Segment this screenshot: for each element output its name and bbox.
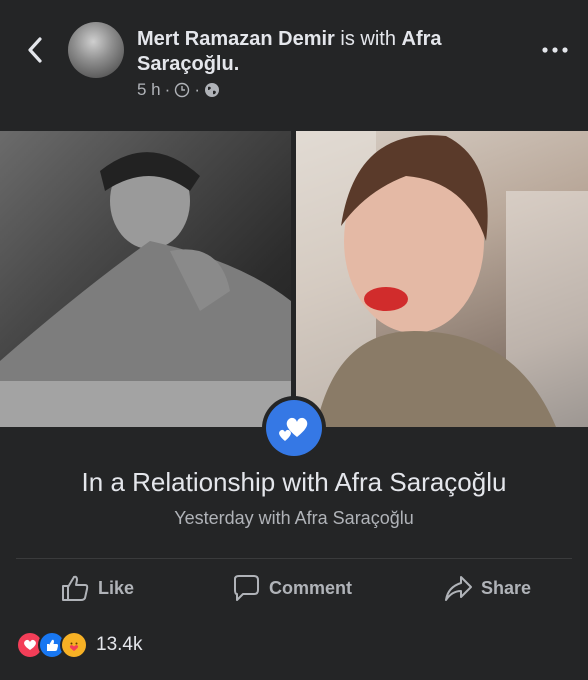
chevron-left-icon [28, 37, 42, 63]
share-label: Share [481, 577, 532, 598]
relationship-badge-inner [266, 400, 322, 456]
reaction-count: 13.4k [96, 634, 143, 655]
like-button[interactable]: Like [60, 566, 134, 610]
relationship-photos [0, 131, 588, 427]
globe-icon [204, 83, 219, 97]
meta-dot: · [164, 80, 171, 99]
care-reaction-icon [60, 631, 88, 659]
meta-dot-2: · [194, 80, 200, 99]
relationship-badge [262, 396, 326, 460]
relationship-subtitle: Yesterday with Afra Saraçoğlu [174, 508, 414, 528]
more-icon [542, 47, 568, 53]
clock-icon [175, 82, 190, 98]
person-silhouette-right [296, 131, 588, 427]
thumbs-up-icon [62, 575, 89, 601]
post-meta: 5 h · · [137, 80, 220, 100]
photo-left[interactable] [0, 131, 291, 427]
author-name[interactable]: Mert Ramazan Demir [137, 28, 335, 50]
relationship-title: In a Relationship with Afra Saraçoğlu [81, 467, 507, 497]
more-options-button[interactable] [538, 40, 572, 60]
action-bar: Like Comment Share [0, 566, 588, 610]
comment-icon [234, 575, 259, 601]
share-icon [445, 576, 472, 601]
reactions-summary[interactable]: 13.4k [16, 630, 142, 660]
with-text: is with [340, 28, 396, 50]
post-title: Mert Ramazan Demir is with Afra Saraçoğl… [137, 27, 517, 77]
comment-button[interactable]: Comment [231, 566, 352, 610]
like-label: Like [98, 577, 135, 598]
back-button[interactable] [20, 32, 50, 68]
post-header: Mert Ramazan Demir is with Afra Saraçoğl… [0, 0, 588, 120]
hearts-icon [279, 417, 308, 441]
photo-right[interactable] [296, 131, 588, 427]
person-silhouette-left [0, 152, 291, 427]
divider [16, 558, 572, 559]
share-button[interactable]: Share [443, 566, 531, 610]
comment-label: Comment [269, 577, 353, 598]
timestamp[interactable]: 5 h [137, 80, 161, 100]
avatar[interactable] [68, 22, 124, 78]
